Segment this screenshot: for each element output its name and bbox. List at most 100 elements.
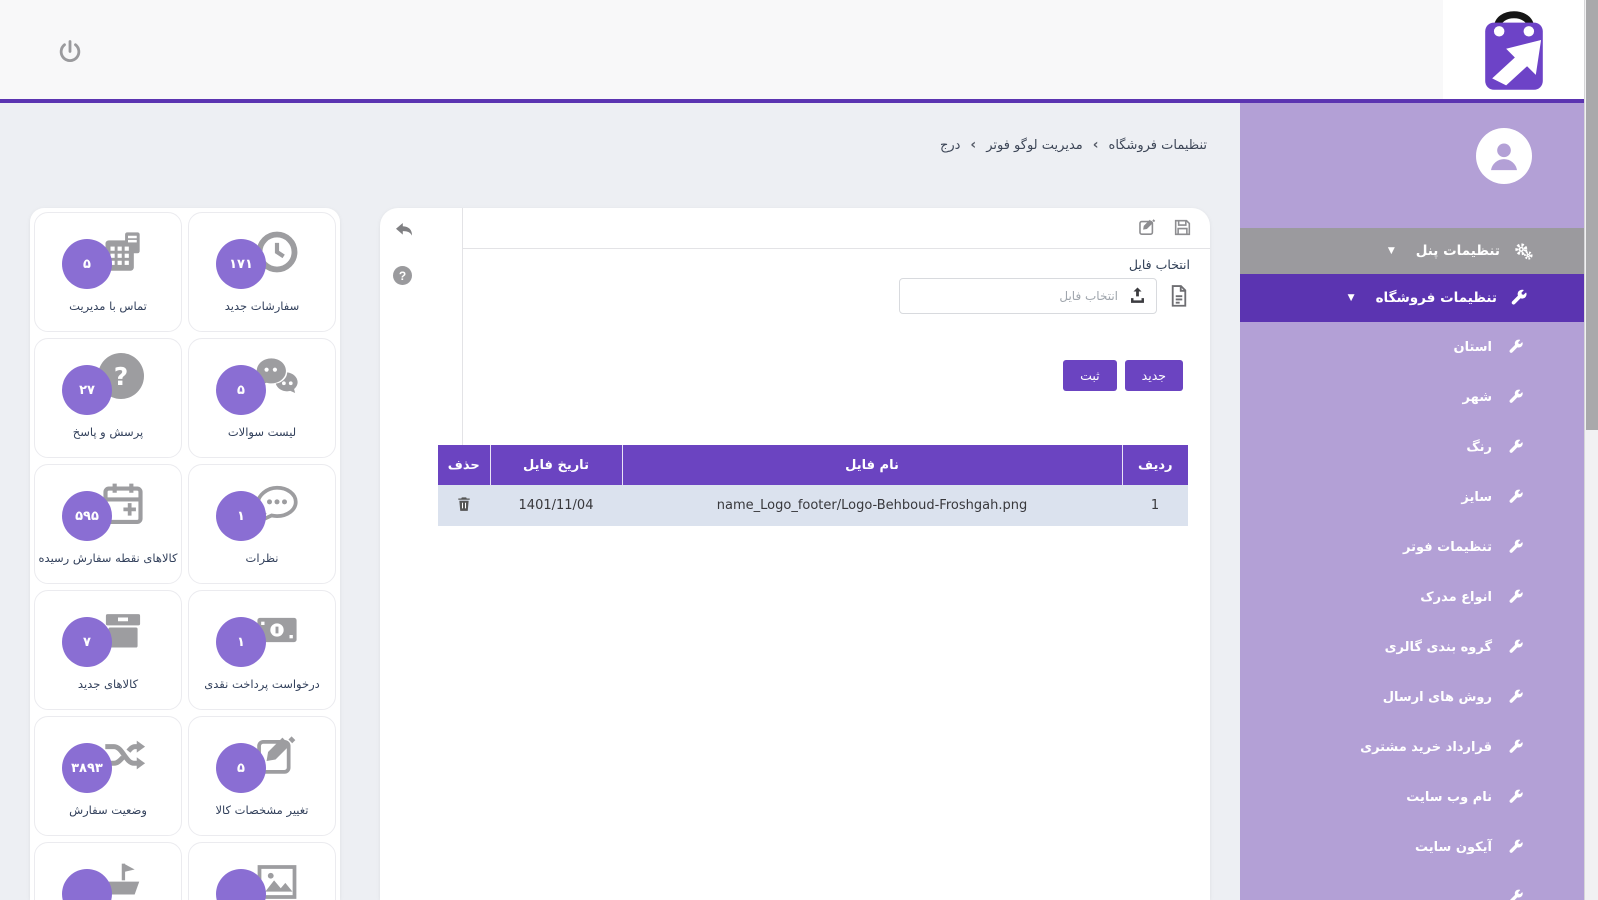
sidebar-item-city[interactable]: شهر	[1240, 372, 1584, 422]
sidebar-item-gallery-grouping[interactable]: گروه بندی گالری	[1240, 622, 1584, 672]
gears-icon	[1513, 241, 1534, 262]
upload-icon[interactable]	[1127, 285, 1148, 306]
top-header	[0, 0, 1584, 103]
card-icon-cluster	[62, 857, 154, 900]
table-header-row: ردیف نام فایل تاریخ فایل حذف	[438, 445, 1188, 485]
sidebar-item-label: آیکون سایت	[1415, 840, 1492, 855]
help-button[interactable]: ?	[393, 266, 412, 285]
page-scrollbar[interactable]	[1584, 0, 1598, 900]
delete-row-button[interactable]	[454, 495, 474, 515]
wrench-icon	[1508, 339, 1524, 355]
sidebar-item-panel-settings[interactable]: تنظیمات پنل ▼	[1240, 228, 1584, 274]
count-badge: ۷	[62, 617, 112, 667]
card-q-and-a[interactable]: ? ۲۷ پرسش و پاسخ	[34, 338, 182, 458]
wrench-icon	[1508, 839, 1524, 855]
logout-power-button[interactable]	[56, 38, 84, 66]
store-settings-label: تنظیمات فروشگاه	[1376, 290, 1497, 306]
card-icon-cluster: ۱۷۱	[216, 227, 308, 289]
sidebar-item-document-types[interactable]: انواع مدرک	[1240, 572, 1584, 622]
edit-button[interactable]	[1137, 217, 1158, 238]
sidebar-item-label: استان	[1453, 340, 1492, 355]
card-icon-cluster	[216, 857, 308, 900]
sidebar-item-purchase-contract[interactable]: قرارداد خرید مشتری	[1240, 722, 1584, 772]
count-badge: ۵	[62, 239, 112, 289]
cell-filedate: 1401/11/04	[490, 485, 622, 526]
card-cash-payment-request[interactable]: ۱ درخواست پرداخت نقدی	[188, 590, 336, 710]
dashboard-panel: ۱۷۱ سفارشات جدید ۵ تماس با مدیریت ۵ لیست…	[30, 208, 340, 900]
chevron-down-icon: ▼	[1348, 293, 1355, 303]
card-new-orders[interactable]: ۱۷۱ سفارشات جدید	[188, 212, 336, 332]
sidebar-item-footer-settings[interactable]: تنظیمات فوتر	[1240, 522, 1584, 572]
card-label: پرسش و پاسخ	[73, 425, 143, 439]
edit-icon	[1137, 217, 1158, 238]
save-button[interactable]	[1172, 217, 1193, 238]
sidebar-item-label: انواع مدرک	[1420, 590, 1492, 605]
wrench-icon	[1508, 639, 1524, 655]
card-icon-cluster: ۵	[62, 227, 154, 289]
submit-button[interactable]: ثبت	[1063, 360, 1117, 391]
card-contact-management[interactable]: ۵ تماس با مدیریت	[34, 212, 182, 332]
card-questions-list[interactable]: ۵ لیست سوالات	[188, 338, 336, 458]
sidebar-item-color[interactable]: رنگ	[1240, 422, 1584, 472]
card-icon-cluster: ۵۹۵	[62, 479, 154, 541]
back-arrow-icon	[392, 218, 416, 242]
files-table: ردیف نام فایل تاریخ فایل حذف 1 name_Logo…	[438, 445, 1188, 526]
sidebar-item-size[interactable]: سایز	[1240, 472, 1584, 522]
wrench-icon	[1508, 539, 1524, 555]
card-icon-cluster: ۱	[216, 479, 308, 541]
card-order-status[interactable]: ۳۸۹۳ وضعیت سفارش	[34, 716, 182, 836]
count-badge: ۱	[216, 491, 266, 541]
new-button[interactable]: جدید	[1125, 360, 1183, 391]
sidebar-item-label: روش های ارسال	[1383, 690, 1492, 705]
card-partial-ship[interactable]	[34, 842, 182, 900]
cell-index: 1	[1122, 485, 1188, 526]
card-label: وضعیت سفارش	[69, 803, 147, 817]
file-addon-button[interactable]	[1166, 283, 1192, 309]
back-button[interactable]	[392, 218, 416, 242]
sidebar-item-partial[interactable]	[1240, 872, 1584, 900]
card-icon-cluster: ۵	[216, 353, 308, 415]
power-icon	[56, 38, 84, 66]
card-new-products[interactable]: ۷ کالاهای جدید	[34, 590, 182, 710]
toolbar-divider	[462, 248, 1210, 249]
sidebar-item-shipping-methods[interactable]: روش های ارسال	[1240, 672, 1584, 722]
card-label: تغییر مشخصات کالا	[215, 803, 308, 817]
breadcrumb-item-store-settings[interactable]: تنظیمات فروشگاه	[1109, 138, 1207, 153]
sidebar-item-label: تنظیمات فوتر	[1403, 540, 1492, 555]
save-icon	[1172, 217, 1193, 238]
file-select-input[interactable]	[899, 278, 1157, 314]
sidebar-item-site-icon[interactable]: آیکون سایت	[1240, 822, 1584, 872]
app-logo[interactable]	[1443, 0, 1584, 99]
card-reorder-point-items[interactable]: ۵۹۵ کالاهای نقطه سفارش رسیده	[34, 464, 182, 584]
cell-filename: name_Logo_footer/Logo-Behboud-Froshgah.p…	[622, 485, 1122, 526]
files-table-wrap: ردیف نام فایل تاریخ فایل حذف 1 name_Logo…	[438, 445, 1188, 526]
admin-page: تنظیمات فروشگاه ‹ مدیریت لوگو فوتر ‹ درج…	[0, 0, 1598, 900]
sidebar-item-website-name[interactable]: نام وب سایت	[1240, 772, 1584, 822]
file-input-wrap	[899, 278, 1157, 314]
sidebar-item-label: شهر	[1463, 390, 1492, 405]
card-change-product-specs[interactable]: ۵ تغییر مشخصات کالا	[188, 716, 336, 836]
shopping-bag-logo-icon	[1466, 2, 1562, 99]
column-header-delete: حذف	[438, 445, 490, 485]
breadcrumb-item-current: درج	[940, 138, 960, 153]
wrench-icon	[1508, 889, 1524, 900]
vertical-divider	[462, 208, 463, 445]
count-badge: ۱۷۱	[216, 239, 266, 289]
trash-icon	[455, 495, 473, 513]
count-badge: ۱	[216, 617, 266, 667]
form-buttons: جدید ثبت	[1063, 360, 1183, 391]
count-badge: ۵	[216, 365, 266, 415]
card-comments[interactable]: ۱ نظرات	[188, 464, 336, 584]
file-select-label: انتخاب فایل	[1129, 257, 1190, 272]
chevron-down-icon: ▼	[1388, 246, 1395, 256]
card-label: کالاهای نقطه سفارش رسیده	[39, 551, 178, 565]
scrollbar-thumb[interactable]	[1586, 0, 1598, 430]
sidebar-item-province[interactable]: استان	[1240, 322, 1584, 372]
breadcrumb-item-footer-logo[interactable]: مدیریت لوگو فوتر	[986, 138, 1083, 153]
count-badge: ۳۸۹۳	[62, 743, 112, 793]
card-icon-cluster: ۵	[216, 731, 308, 793]
card-partial-image[interactable]	[188, 842, 336, 900]
count-badge: ۲۷	[62, 365, 112, 415]
column-header-index: ردیف	[1122, 445, 1188, 485]
sidebar-item-store-settings[interactable]: تنظیمات فروشگاه ▼	[1240, 274, 1584, 322]
